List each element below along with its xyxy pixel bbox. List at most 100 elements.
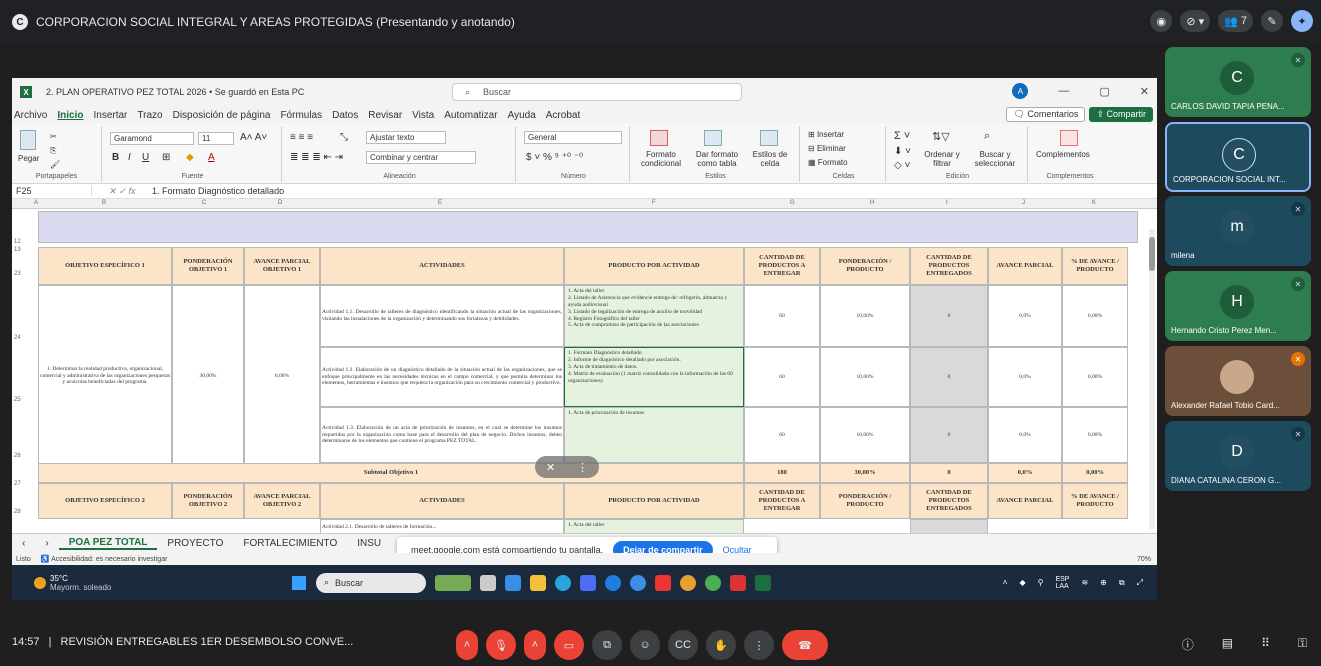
entregados-1-3[interactable]: 0 (910, 407, 988, 463)
tray-app-icon[interactable]: ◆ (1019, 578, 1025, 587)
header-ponderacion-producto-2[interactable]: PONDERACIÓN / PRODUCTO (820, 483, 910, 519)
subtotal-avance-parcial[interactable]: 0,0% (988, 463, 1062, 483)
chrome-app-icon[interactable] (680, 574, 696, 591)
host-controls-icon[interactable]: ⚿ (1298, 636, 1307, 653)
grow-font-icon[interactable]: A˄ A˅ (240, 132, 267, 143)
formula-input[interactable]: 1. Formato Diagnóstico detallado (152, 186, 284, 196)
accessibility-status[interactable]: ♿ Accesibilidad: es necesario investigar (41, 555, 168, 563)
excel-search-box[interactable]: ⌕ Buscar (452, 83, 742, 101)
paste-icon[interactable] (20, 130, 36, 150)
menu-trazo[interactable]: Trazo (137, 110, 162, 121)
header-cantidad-2[interactable]: CANTIDAD DE PRODUCTOS A ENTREGAR (744, 483, 820, 519)
participants-button[interactable]: 👥 7 (1218, 10, 1253, 32)
header-pct-avance-2[interactable]: % DE AVANCE / PRODUCTO (1062, 483, 1128, 519)
objective-1-ponderacion[interactable]: 30,00% (172, 285, 244, 467)
annotation-overlay-toolbar[interactable]: ✕ ⋮ (535, 456, 599, 478)
fx-icon[interactable]: ✕ ✓ fx (92, 186, 152, 197)
header-actividades-1[interactable]: ACTIVIDADES (320, 247, 564, 285)
align-top-icon[interactable]: ≡ ≡ ≡ (290, 132, 313, 143)
cell-styles-button[interactable]: Estilos de celda (748, 150, 792, 168)
fill-icon[interactable]: ⬇ ˅ (894, 146, 911, 157)
header-ponderacion-1[interactable]: PONDERACIÓN OBJETIVO 1 (172, 247, 244, 285)
col-g[interactable]: G (790, 200, 795, 206)
avance-parcial-1-2[interactable]: 0,0% (988, 347, 1062, 407)
activity-1-1[interactable]: Actividad 1.1. Desarrollo de talleres de… (320, 285, 564, 347)
border-icon[interactable]: ⊞ (162, 152, 170, 163)
conditional-format-icon[interactable] (650, 130, 668, 146)
cut-icon[interactable]: ✂ (50, 132, 57, 141)
emoji-reaction-button[interactable]: ☺ (630, 630, 660, 660)
participant-tile-corporacion[interactable]: C CORPORACION SOCIAL INT... (1165, 122, 1311, 192)
sort-filter-icon[interactable]: ⇅▽ (932, 130, 950, 143)
col-a[interactable]: A (34, 200, 38, 206)
share-button[interactable]: ⇪ Compartir (1089, 107, 1153, 122)
col-h[interactable]: H (870, 200, 874, 206)
scrollbar-thumb[interactable] (1149, 237, 1155, 271)
sheet-nav-prev-icon[interactable]: ‹ (12, 538, 35, 549)
addins-button[interactable]: Complementos (1036, 150, 1090, 159)
header-producto-1[interactable]: PRODUCTO POR ACTIVIDAD (564, 247, 744, 285)
acrobat-icon[interactable] (730, 574, 746, 591)
conditional-format-button[interactable]: Formato condicional (636, 150, 686, 168)
col-b[interactable]: B (102, 200, 106, 206)
zoom-level[interactable]: 70% (1137, 556, 1151, 563)
banner-band[interactable] (38, 211, 1138, 243)
subtotal-pct-avance[interactable]: 0,00% (1062, 463, 1128, 483)
font-color-icon[interactable]: A (208, 152, 215, 163)
header-avance-parcial-1[interactable]: AVANCE PARCIAL (988, 247, 1062, 285)
header-objetivo-1[interactable]: OBJETIVO ESPECÍFICO 1 (38, 247, 172, 285)
sort-filter-button[interactable]: Ordenar y filtrar (922, 150, 962, 168)
minimize-icon[interactable]: — (1058, 85, 1069, 97)
screen-share-tray-icon[interactable]: ⧉ (1119, 578, 1125, 588)
header-producto-2[interactable]: PRODUCTO POR ACTIVIDAD (564, 483, 744, 519)
pct-avance-1-2[interactable]: 0,00% (1062, 347, 1128, 407)
header-entregados-1[interactable]: CANTIDAD DE PRODUCTOS ENTREGADOS (910, 247, 988, 285)
restore-icon[interactable]: ▢ (1099, 85, 1109, 98)
name-box[interactable]: F25 (12, 186, 92, 196)
language-indicator[interactable]: ESP LAA (1055, 576, 1069, 590)
bold-icon[interactable]: B (112, 152, 119, 163)
mic-options-chevron-icon[interactable]: ˄ (456, 630, 478, 660)
sheet-tab-insu[interactable]: INSU (347, 538, 391, 549)
align-left-icon[interactable]: ≣ ≣ ≣ ⇤ ⇥ (290, 152, 343, 163)
col-c[interactable]: C (202, 200, 206, 206)
file-explorer-icon[interactable] (530, 574, 546, 591)
header-actividades-2[interactable]: ACTIVIDADES (320, 483, 564, 519)
menu-automatizar[interactable]: Automatizar (444, 110, 497, 121)
currency-icon[interactable]: $ ˅ % ⁹ ⁺⁰ ⁻⁰ (526, 152, 583, 163)
format-painter-icon[interactable]: 🖌 (50, 160, 60, 169)
participant-tile-carlos[interactable]: ✕ C CARLOS DAVID TAPIA PENA... (1165, 47, 1311, 117)
gemini-sparkle-icon[interactable]: ✦ (1291, 10, 1313, 32)
tray-location-icon[interactable]: ⚲ (1038, 578, 1044, 587)
meeting-info-icon[interactable]: ⓘ (1182, 636, 1194, 653)
raise-hand-button[interactable]: ✋ (706, 630, 736, 660)
paste-label[interactable]: Pegar (18, 154, 39, 163)
pct-avance-1-3[interactable]: 0,00% (1062, 407, 1128, 463)
find-select-button[interactable]: Buscar y seleccionar (970, 150, 1020, 168)
avance-parcial-1-1[interactable]: 0,0% (988, 285, 1062, 347)
annotate-pen-icon[interactable]: ✎ (1261, 10, 1283, 32)
edge-browser-icon[interactable] (505, 574, 521, 591)
header-avance-2[interactable]: AVANCE PARCIAL OBJETIVO 2 (244, 483, 320, 519)
orientation-icon[interactable]: ⤡ (340, 132, 348, 143)
cell-styles-icon[interactable] (760, 130, 778, 146)
excel-taskbar-icon[interactable] (755, 574, 771, 591)
underline-icon[interactable]: U (142, 152, 149, 163)
objective-1-text[interactable]: 1. Determinar la realidad productiva, or… (38, 285, 172, 467)
captions-button[interactable]: CC (668, 630, 698, 660)
sheet-tab-proyecto[interactable]: PROYECTO (157, 538, 233, 549)
ponderacion-1-1[interactable]: 10,00% (820, 285, 910, 347)
chrome-icon[interactable] (555, 574, 571, 591)
weather-widget[interactable]: 35°C Mayorm. soleado (12, 574, 292, 592)
subtotal-ponderacion[interactable]: 30,00% (820, 463, 910, 483)
font-size-select[interactable]: 11 (198, 132, 234, 145)
account-avatar[interactable]: A (1012, 83, 1029, 99)
header-avance-parcial-2[interactable]: AVANCE PARCIAL (988, 483, 1062, 519)
find-search-icon[interactable]: ⌕ (984, 130, 990, 143)
help-icon[interactable] (630, 574, 646, 591)
participant-tile-alexander[interactable]: ✕ Alexander Rafael Tobio Card... (1165, 346, 1311, 416)
stop-presenting-icon[interactable]: ⊘ ▾ (1180, 10, 1211, 32)
format-cells-button[interactable]: ▦ Formato (808, 158, 848, 167)
participant-tile-milena[interactable]: ✕ m milena (1165, 196, 1311, 266)
number-format-select[interactable]: General (524, 131, 622, 144)
